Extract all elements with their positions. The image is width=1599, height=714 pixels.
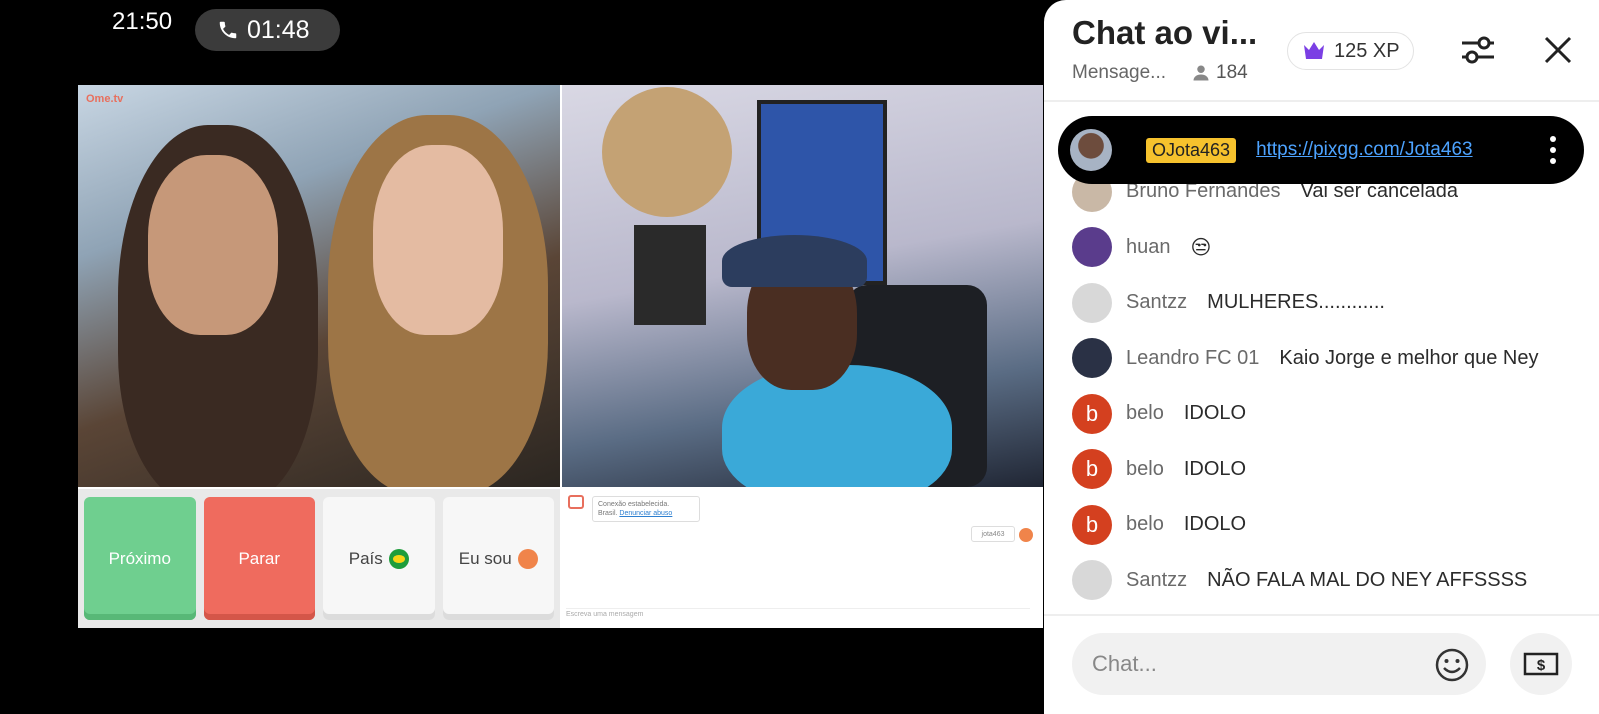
video-chat-area: Conexão estabelecida. Brasil. Denunciar … (562, 489, 1043, 628)
viewer-count-value: 184 (1216, 62, 1248, 83)
avatar[interactable]: b (1072, 393, 1112, 434)
chat-message: Leandro FC 01 Kaio Jorge e melhor que Ney (1072, 331, 1592, 387)
live-chat-panel: Chat ao vi... Mensage... 184 125 XP Brun… (1044, 0, 1599, 714)
brazil-flag-icon (388, 548, 409, 569)
battery-icon (1404, 9, 1414, 30)
connection-text: Conexão estabelecida. (598, 501, 670, 508)
panel-title: Chat ao vi... (1072, 14, 1258, 51)
message-text: IDOLO (1183, 513, 1247, 536)
avatar[interactable] (1072, 282, 1112, 323)
message-username[interactable]: belo (1126, 513, 1164, 536)
data-arrows-icon (1305, 10, 1321, 30)
person-left-face (148, 155, 278, 335)
chat-input[interactable]: Chat... (1072, 633, 1486, 695)
streamer (722, 365, 952, 487)
signal-icon (1366, 9, 1388, 31)
ometv-mini-icon (568, 495, 584, 509)
message-text: Kaio Jorge e melhor que Ney (1279, 346, 1539, 369)
video-chat-input[interactable]: Escreva uma mensagem (566, 608, 1030, 622)
message-text: IDOLO (1183, 457, 1247, 480)
message-username[interactable]: Santzz (1126, 569, 1187, 592)
message-text: MULHERES............ (1207, 291, 1385, 314)
stop-button[interactable]: Parar (203, 497, 315, 620)
more-vertical-icon[interactable] (1550, 136, 1556, 164)
chat-message: b belo IDOLO (1072, 497, 1592, 553)
svg-text:$: $ (1537, 657, 1546, 674)
next-button[interactable]: Próximo (84, 497, 196, 620)
message-username[interactable]: Leandro FC 01 (1126, 347, 1259, 370)
user-face-icon (1019, 528, 1033, 542)
avatar[interactable] (1072, 227, 1112, 268)
panel-subtitle[interactable]: Mensage... (1072, 62, 1166, 84)
avatar[interactable]: b (1072, 449, 1112, 490)
call-duration: 01:48 (247, 15, 310, 44)
donate-button[interactable]: $ (1510, 633, 1572, 695)
message-text: IDOLO (1183, 402, 1247, 425)
message-list: Bruno Fernandes Vai ser cancelada huan 😒 San… (1072, 164, 1592, 608)
screen: 21:50 01:48 Ome.tv Próximo Parar País Eu… (0, 0, 1599, 714)
chat-message: b belo IDOLO (1072, 386, 1592, 442)
system-status-icons (1238, 8, 1420, 32)
person-right-face (373, 145, 503, 335)
self-camera (562, 85, 1043, 487)
chat-placeholder: Chat... (1092, 651, 1157, 676)
pinned-message[interactable]: OJota463 https://pixgg.com/Jota463 (1058, 116, 1584, 184)
phone-icon (219, 21, 237, 39)
divider (1044, 100, 1599, 102)
country-text: Brasil. (598, 510, 618, 517)
poster-small (634, 225, 706, 325)
hat-decoration (602, 87, 732, 217)
xp-value: 125 XP (1334, 39, 1400, 62)
message-username[interactable]: huan (1126, 236, 1171, 259)
message-text: 😒 (1190, 236, 1212, 259)
pinned-avatar (1070, 129, 1112, 171)
call-pill[interactable]: 01:48 (195, 9, 340, 51)
message-text: NÃO FALA MAL DO NEY AFFSSSS (1207, 568, 1528, 591)
cash-icon: $ (1523, 652, 1559, 676)
face-icon (517, 548, 538, 569)
wifi-icon (1334, 12, 1356, 29)
wifi-call-icon (1240, 11, 1258, 29)
pinned-link[interactable]: https://pixgg.com/Jota463 (1256, 139, 1473, 161)
country-button[interactable]: País (323, 497, 435, 620)
message-username[interactable]: Santzz (1126, 291, 1187, 314)
message-username[interactable]: belo (1126, 402, 1164, 425)
streamer-cap (722, 235, 867, 287)
message-username[interactable]: belo (1126, 458, 1164, 481)
avatar[interactable]: b (1072, 504, 1112, 545)
gender-button[interactable]: Eu sou (442, 497, 554, 620)
dnd-icon (1271, 10, 1291, 30)
chat-message: Santzz MULHERES............ (1072, 275, 1592, 331)
status-time: 21:50 (112, 8, 173, 35)
country-label: País (348, 548, 383, 568)
filter-icon[interactable] (1458, 30, 1498, 70)
chat-message: b belo IDOLO (1072, 442, 1592, 498)
connection-notice: Conexão estabelecida. Brasil. Denunciar … (592, 496, 700, 522)
divider (1044, 614, 1599, 616)
crown-icon (1304, 42, 1324, 59)
chat-message: huan 😒 (1072, 220, 1592, 276)
xp-badge[interactable]: 125 XP (1287, 32, 1414, 70)
emoji-icon[interactable] (1434, 647, 1470, 683)
user-chip: jota463 (971, 526, 1015, 542)
gender-label: Eu sou (458, 548, 512, 568)
viewer-count: 184 (1192, 62, 1248, 84)
avatar[interactable] (1072, 560, 1112, 601)
remote-camera: Ome.tv (78, 85, 560, 487)
person-icon (1193, 65, 1209, 81)
video-frame: Ome.tv Próximo Parar País Eu sou Conexão… (78, 85, 1043, 628)
controls-bar: Próximo Parar País Eu sou (78, 489, 560, 628)
pinned-username: OJota463 (1146, 137, 1237, 163)
report-link[interactable]: Denunciar abuso (619, 510, 672, 517)
chat-message: Santzz NÃO FALA MAL DO NEY AFFSSSS (1072, 553, 1592, 609)
avatar[interactable] (1072, 338, 1112, 379)
close-icon[interactable] (1540, 32, 1576, 68)
ometv-logo: Ome.tv (86, 93, 124, 105)
